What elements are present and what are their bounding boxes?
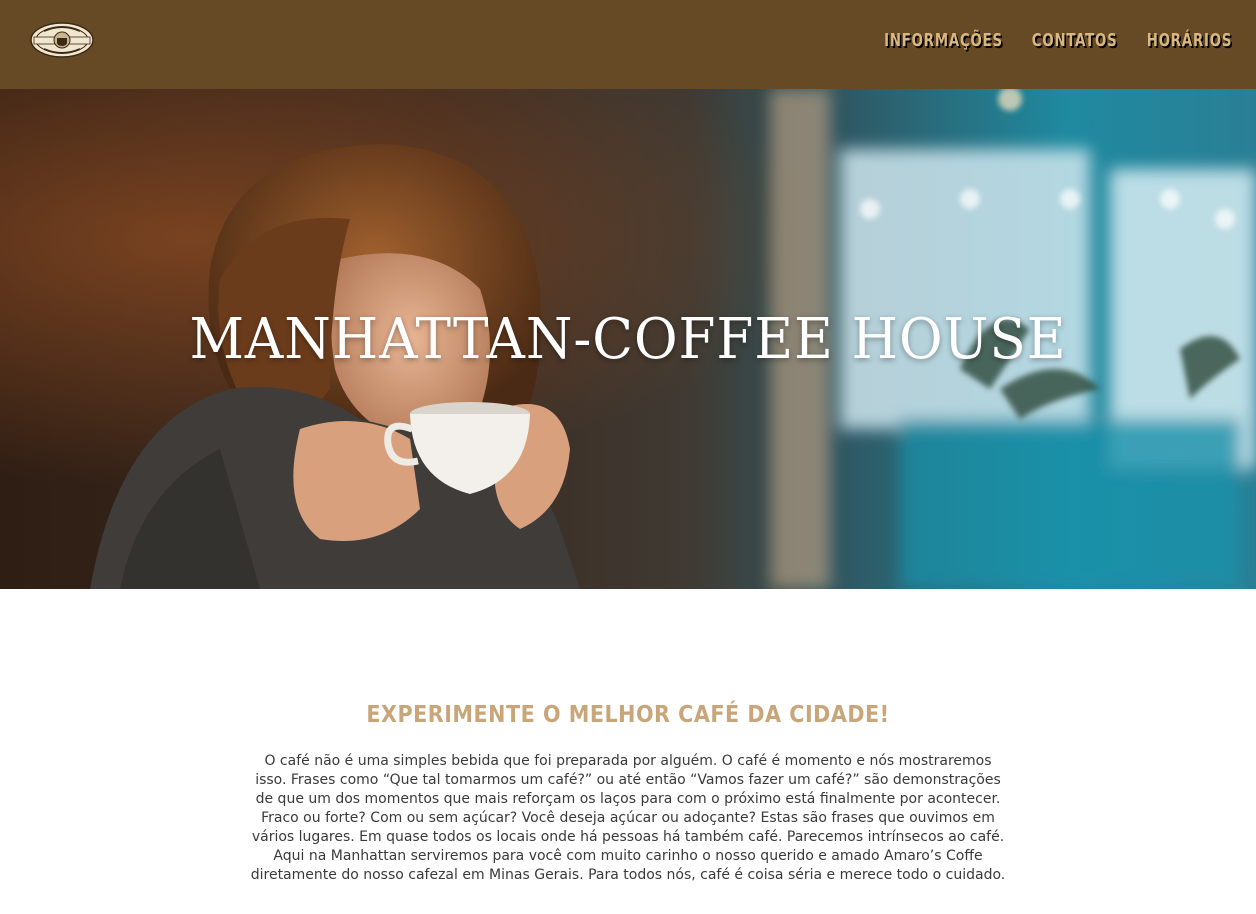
nav-link-horarios[interactable]: HORÁRIOS: [1147, 30, 1232, 51]
site-header: INFORMAÇÕES CONTATOS HORÁRIOS: [0, 0, 1256, 89]
hero-banner: MANHATTAN-COFFEE HOUSE: [0, 89, 1256, 589]
intro-section: EXPERIMENTE O MELHOR CAFÉ DA CIDADE! O c…: [0, 589, 1256, 914]
logo[interactable]: [30, 22, 94, 58]
nav-link-contatos[interactable]: CONTATOS: [1032, 30, 1118, 51]
nav-link-informacoes[interactable]: INFORMAÇÕES: [884, 30, 1003, 51]
intro-paragraph: O café não é uma simples bebida que foi …: [250, 753, 1006, 883]
main-nav: INFORMAÇÕES CONTATOS HORÁRIOS: [858, 30, 1232, 51]
hero-title: MANHATTAN-COFFEE HOUSE: [189, 307, 1067, 372]
intro-heading: EXPERIMENTE O MELHOR CAFÉ DA CIDADE!: [366, 702, 890, 728]
